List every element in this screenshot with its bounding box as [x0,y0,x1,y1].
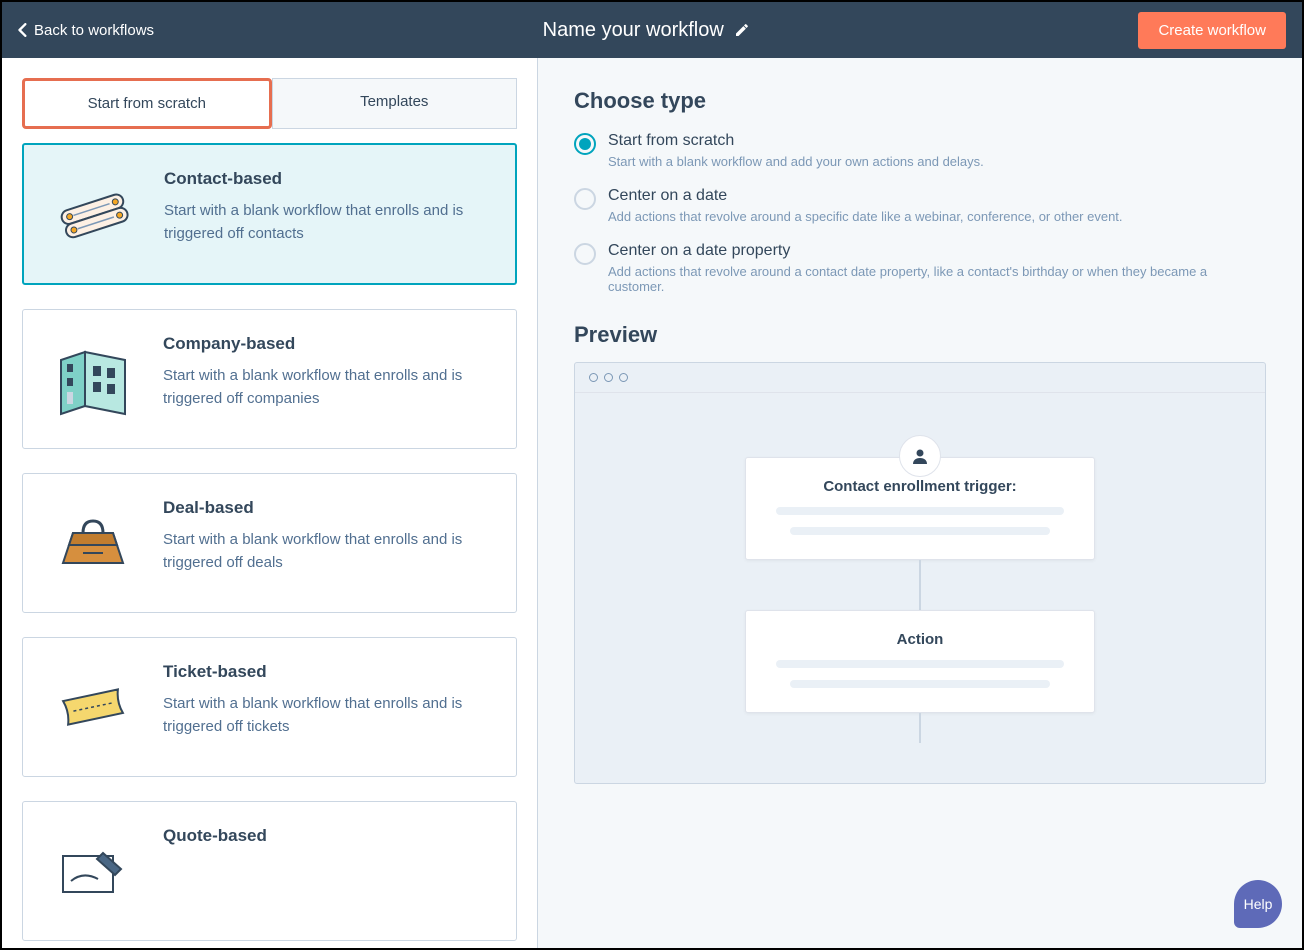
card-title: Deal-based [163,498,496,518]
connector-line [919,560,921,610]
workflow-title-wrap[interactable]: Name your workflow [543,19,750,42]
action-label: Action [897,631,944,648]
radio-start-from-scratch[interactable]: Start from scratch Start with a blank wo… [574,132,1266,169]
card-text: Deal-based Start with a blank workflow t… [163,498,496,588]
trigger-label: Contact enrollment trigger: [823,478,1016,495]
radio-circle-icon [574,133,596,155]
card-title: Contact-based [164,169,495,189]
card-deal-based[interactable]: Deal-based Start with a blank workflow t… [22,473,517,613]
radio-center-on-date-property[interactable]: Center on a date property Add actions th… [574,242,1266,294]
card-quote-based[interactable]: Quote-based [22,801,517,941]
right-panel: Choose type Start from scratch Start wit… [538,58,1302,948]
radio-group: Start from scratch Start with a blank wo… [574,132,1266,294]
card-text: Quote-based [163,826,267,916]
radio-label: Start from scratch [608,132,984,150]
card-text: Company-based Start with a blank workflo… [163,334,496,424]
card-desc: Start with a blank workflow that enrolls… [163,692,496,739]
topbar: Back to workflows Name your workflow Cre… [2,2,1302,58]
connector-line [919,713,921,743]
card-text: Ticket-based Start with a blank workflow… [163,662,496,752]
preview-box: Contact enrollment trigger: Action [574,362,1266,784]
radio-desc: Add actions that revolve around a contac… [608,264,1266,294]
company-icon [43,334,143,424]
left-panel: Start from scratch Templates Contact-bas… [2,58,538,948]
edit-icon[interactable] [734,22,750,38]
card-contact-based[interactable]: Contact-based Start with a blank workflo… [22,143,517,285]
card-ticket-based[interactable]: Ticket-based Start with a blank workflow… [22,637,517,777]
card-title: Ticket-based [163,662,496,682]
radio-desc: Start with a blank workflow and add your… [608,154,984,169]
radio-label: Center on a date [608,187,1123,205]
contact-icon [44,169,144,259]
card-desc: Start with a blank workflow that enrolls… [163,528,496,575]
main: Start from scratch Templates Contact-bas… [2,58,1302,948]
preview-body: Contact enrollment trigger: Action [575,393,1265,783]
back-to-workflows-link[interactable]: Back to workflows [18,22,154,39]
help-button[interactable]: Help [1234,880,1282,928]
quote-icon [43,826,143,916]
tab-templates[interactable]: Templates [272,78,518,129]
radio-center-on-date[interactable]: Center on a date Add actions that revolv… [574,187,1266,224]
radio-circle-icon [574,243,596,265]
card-desc: Start with a blank workflow that enrolls… [163,364,496,411]
card-text: Contact-based Start with a blank workflo… [164,169,495,259]
card-title: Quote-based [163,826,267,846]
tab-start-from-scratch[interactable]: Start from scratch [22,78,272,129]
choose-type-title: Choose type [574,88,1266,114]
back-label: Back to workflows [34,22,154,39]
placeholder-line [790,680,1049,688]
placeholder-line [776,507,1064,515]
create-workflow-button[interactable]: Create workflow [1138,12,1286,49]
cards: Contact-based Start with a blank workflo… [2,129,537,941]
radio-desc: Add actions that revolve around a specif… [608,209,1123,224]
preview-title: Preview [574,322,1266,348]
deal-icon [43,498,143,588]
radio-circle-icon [574,188,596,210]
person-icon [899,435,941,477]
ticket-icon [43,662,143,752]
placeholder-line [790,527,1049,535]
chevron-left-icon [18,23,28,37]
radio-label: Center on a date property [608,242,1266,260]
card-desc: Start with a blank workflow that enrolls… [164,199,495,246]
placeholder-line [776,660,1064,668]
action-node: Action [745,610,1095,713]
workflow-title: Name your workflow [543,19,724,42]
card-title: Company-based [163,334,496,354]
tabs: Start from scratch Templates [2,58,537,129]
card-company-based[interactable]: Company-based Start with a blank workflo… [22,309,517,449]
preview-window-dots [575,363,1265,393]
